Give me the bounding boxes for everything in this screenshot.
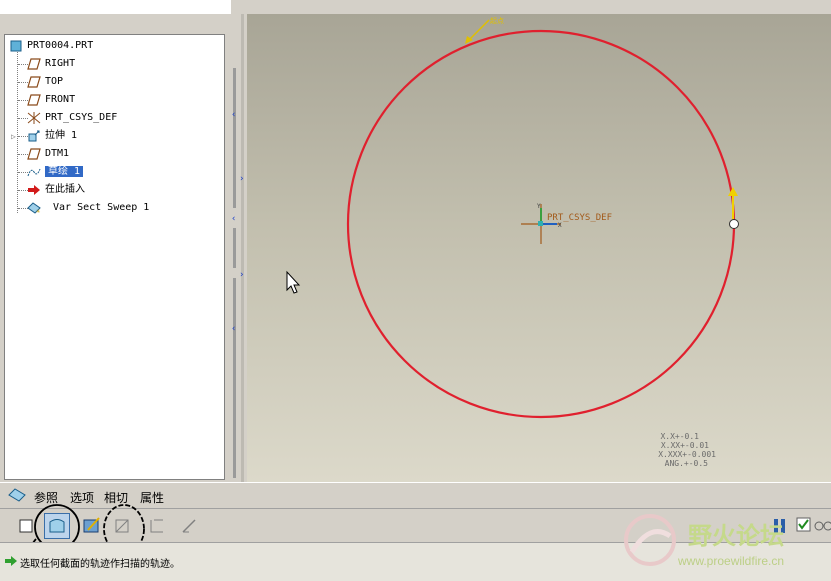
tolerance-line: X.XX+-0.01: [660, 441, 709, 450]
surface-button[interactable]: [44, 513, 70, 539]
remove-material-icon[interactable]: [114, 517, 132, 535]
panel-splitter[interactable]: ‹ ‹ › › ‹: [231, 14, 247, 482]
sweep-icon: ✳: [27, 202, 41, 214]
datum-plane-icon: [27, 76, 41, 88]
status-message: 选取任何截面的轨迹作扫描的轨迹。: [20, 559, 180, 570]
viewport-canvas: 起点 Y X PRT_CSYS_DEF: [286, 17, 739, 419]
dashboard-tabs: 参照 选项 相切 属性: [0, 482, 831, 509]
axis-x-label: X: [558, 222, 562, 229]
extrude-icon: [28, 130, 40, 142]
collapse-left-icon[interactable]: ‹: [231, 324, 236, 334]
sketch-edit-icon[interactable]: [82, 515, 102, 535]
watermark-url: www.proewildfire.cn: [678, 554, 785, 568]
sweep-feature-icon: [8, 488, 26, 502]
csys-label: PRT_CSYS_DEF: [547, 213, 612, 223]
expand-right-icon[interactable]: ›: [239, 174, 244, 184]
model-tree-panel: PRT0004.PRT RIGHT TOP FRONT PRT_CSYS_DEF…: [0, 14, 231, 482]
tolerance-line: X.XXX+-0.001: [658, 450, 716, 459]
insert-arrow-icon: [28, 185, 40, 195]
sketch-icon: [27, 168, 41, 177]
tab-options[interactable]: 选项: [70, 489, 94, 506]
datum-plane-icon: [27, 58, 41, 70]
datum-plane-icon: [27, 148, 41, 160]
message-arrow-icon: [5, 556, 17, 566]
tab-references[interactable]: 参照: [34, 489, 58, 506]
tab-properties[interactable]: 属性: [140, 489, 164, 506]
mouse-cursor-icon: [286, 270, 301, 294]
axis-y-label: Y: [537, 203, 541, 210]
solid-icon[interactable]: [18, 517, 36, 535]
expand-right-icon[interactable]: ›: [239, 270, 244, 280]
watermark-name: 野火论坛: [688, 522, 784, 550]
part-icon: [10, 40, 22, 52]
trajectory-tool-icon[interactable]: [180, 517, 198, 535]
start-marker-label: 起点: [490, 17, 504, 25]
tab-tangency[interactable]: 相切: [104, 489, 128, 506]
confirm-icon[interactable]: [796, 517, 812, 533]
tree-header: [0, 0, 231, 14]
thicken-icon[interactable]: [148, 517, 166, 535]
datum-plane-icon: [27, 94, 41, 106]
csys-glyph[interactable]: Y X PRT_CSYS_DEF: [521, 203, 612, 244]
graphics-window[interactable]: 起点 Y X PRT_CSYS_DEF X.X+-0.1 X.XX+-0.01 …: [247, 14, 831, 482]
tolerance-line: X.X+-0.1: [660, 432, 699, 441]
expand-icon[interactable]: ▷: [11, 132, 16, 141]
csys-icon: [27, 112, 41, 124]
collapse-left-icon[interactable]: ‹: [231, 214, 236, 224]
surface-icon: [49, 519, 65, 533]
watermark-logo-icon: [624, 514, 676, 566]
tolerance-line: ANG.+-0.5: [664, 459, 708, 468]
start-point-marker[interactable]: [728, 187, 739, 229]
collapse-left-icon[interactable]: ‹: [231, 110, 236, 120]
preview-glasses-icon[interactable]: [814, 519, 831, 533]
model-tree: PRT0004.PRT RIGHT TOP FRONT PRT_CSYS_DEF…: [4, 34, 225, 480]
